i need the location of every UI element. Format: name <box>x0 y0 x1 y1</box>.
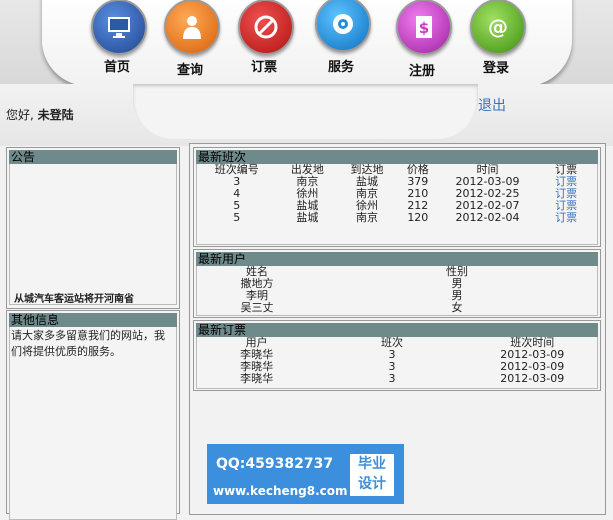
no-sign-icon <box>238 0 294 55</box>
latest-orders-panel: 最新订票 用户 班次 班次时间 李晓华 3 2012-03-09 李晓华 3 2012-03-… <box>193 320 601 391</box>
table-cell: 3 <box>388 372 396 385</box>
watermark: QQ:459382737 www.kecheng8.com 毕业 设计 <box>207 444 404 504</box>
watermark-badge: 毕业 设计 <box>350 454 394 496</box>
table-row: 吴三丈 女 <box>197 302 597 314</box>
latest-orders-table: 用户 班次 班次时间 李晓华 3 2012-03-09 李晓华 3 2012-03-09 李晓华… <box>197 337 597 385</box>
latest-trips-panel: 最新班次 班次编号 出发地 到达地 价格 时间 订票 3 南京 盐城 379 2012-03-09… <box>193 147 601 247</box>
nav-label-query: 查询 <box>176 63 203 78</box>
user-icon <box>164 0 220 55</box>
table-cell: 南京 <box>356 211 379 224</box>
latest-users-panel: 最新用户 姓名 性别 撒地方男李明男吴三丈女 <box>193 249 601 318</box>
table-cell: 吴三丈 <box>240 301 274 314</box>
other-info-panel: 其他信息 请大家多多留意我们的网站，我们将提供优质的服务。 <box>6 310 180 520</box>
notice-title: 公告 <box>9 150 177 164</box>
monitor-icon <box>91 0 147 55</box>
main-nav: 首页 查询 订票 服务 $ 注册 @ 登录 <box>42 0 572 86</box>
table-cell: 5 <box>233 211 241 224</box>
other-info-title: 其他信息 <box>9 313 177 327</box>
latest-trips-body: 班次编号 出发地 到达地 价格 时间 订票 3 南京 盐城 379 2012-03-09 订票 4 徐州… <box>196 164 598 245</box>
table-row: 5 盐城 南京 120 2012-02-04 订票 <box>197 212 597 224</box>
latest-orders-body: 用户 班次 班次时间 李晓华 3 2012-03-09 李晓华 3 2012-03-09 李晓华… <box>196 337 598 389</box>
nav-label-booking: 订票 <box>250 60 277 75</box>
latest-orders-title: 最新订票 <box>196 323 598 337</box>
other-info-text: 请大家多多留意我们的网站，我们将提供优质的服务。 <box>9 327 177 520</box>
nav-label-home: 首页 <box>103 60 130 75</box>
table-row: 李晓华 3 2012-03-09 <box>197 373 597 385</box>
login-status: 未登陆 <box>37 108 74 122</box>
greeting-prefix: 您好, <box>6 108 34 122</box>
watermark-badge-line2: 设计 <box>358 476 386 492</box>
svg-text:@: @ <box>488 15 508 39</box>
table-cell: 女 <box>451 301 463 314</box>
watermark-url: www.kecheng8.com <box>213 484 348 498</box>
latest-users-title: 最新用户 <box>196 252 598 266</box>
latest-users-body: 姓名 性别 撒地方男李明男吴三丈女 <box>196 266 598 316</box>
latest-users-table: 姓名 性别 撒地方男李明男吴三丈女 <box>197 266 597 314</box>
notice-panel: 公告 <box>6 147 180 309</box>
latest-trips-table: 班次编号 出发地 到达地 价格 时间 订票 3 南京 盐城 379 2012-03-09 订票 4 徐州… <box>197 164 597 224</box>
table-cell: 李晓华 <box>240 372 274 385</box>
table-row: 5 盐城 徐州 212 2012-02-07 订票 <box>197 200 597 212</box>
logout-link[interactable]: 退出 <box>478 95 506 115</box>
disc-icon <box>315 0 371 52</box>
book-ticket-link[interactable]: 订票 <box>535 212 597 224</box>
greeting: 您好, 未登陆 <box>6 106 74 123</box>
nav-label-service: 服务 <box>327 60 354 75</box>
svg-text:$: $ <box>419 19 429 37</box>
watermark-badge-line1: 毕业 <box>358 456 386 472</box>
table-row: 4 徐州 南京 210 2012-02-25 订票 <box>197 188 597 200</box>
table-row: 3 南京 盐城 379 2012-03-09 订票 <box>197 176 597 188</box>
watermark-qq: QQ:459382737 <box>216 456 334 472</box>
table-header-row: 班次编号 出发地 到达地 价格 时间 订票 <box>197 164 597 176</box>
dollar-icon: $ <box>396 0 452 55</box>
table-cell: 2012-02-04 <box>455 211 520 224</box>
notice-body <box>9 164 177 305</box>
table-cell: 盐城 <box>296 211 319 224</box>
notice-marquee: 从城汽车客运站将开河南省 <box>14 294 134 305</box>
latest-trips-title: 最新班次 <box>196 150 598 164</box>
header-curve <box>133 84 478 139</box>
nav-label-login: 登录 <box>482 61 509 76</box>
table-cell: 2012-03-09 <box>500 372 565 385</box>
nav-label-register: 注册 <box>408 64 435 79</box>
at-icon: @ <box>470 0 526 55</box>
table-cell: 120 <box>407 211 429 224</box>
